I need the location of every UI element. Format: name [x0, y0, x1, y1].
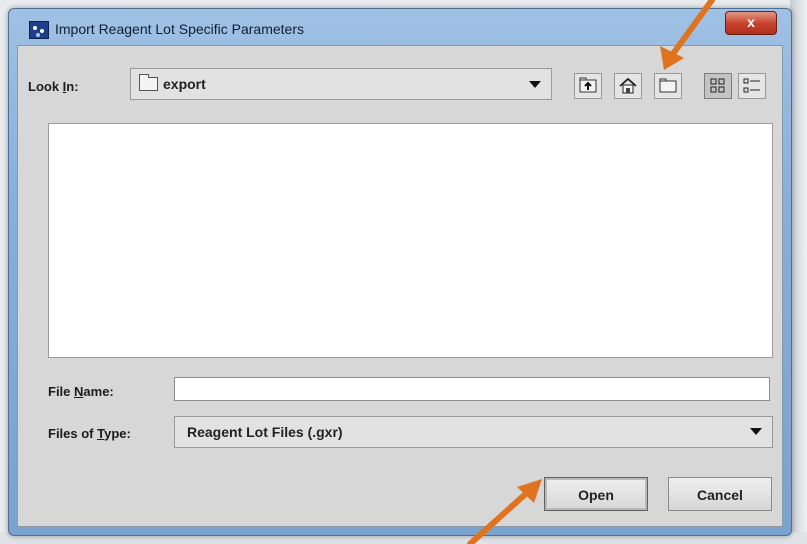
close-button[interactable]: x [725, 11, 777, 35]
new-folder-icon [659, 78, 677, 93]
list-view-button[interactable] [704, 73, 732, 99]
home-icon [619, 77, 637, 94]
details-view-button[interactable] [738, 73, 766, 99]
file-name-field[interactable] [174, 377, 770, 401]
look-in-value: export [163, 76, 206, 92]
folder-icon [139, 74, 158, 91]
look-in-label: Look In: [28, 79, 79, 94]
window-title: Import Reagent Lot Specific Parameters [55, 21, 305, 37]
file-name-label: File Name: [48, 384, 114, 399]
files-of-type-combo[interactable]: Reagent Lot Files (.gxr) [174, 416, 773, 448]
desktop-background [790, 0, 807, 544]
open-button[interactable]: Open [544, 477, 648, 511]
chevron-down-icon [529, 81, 541, 88]
files-of-type-value: Reagent Lot Files (.gxr) [187, 424, 343, 440]
create-new-folder-button[interactable] [654, 73, 682, 99]
title-bar[interactable]: Import Reagent Lot Specific Parameters x [9, 9, 791, 45]
look-in-combo[interactable]: export [130, 68, 552, 100]
cancel-button[interactable]: Cancel [668, 477, 772, 511]
up-folder-icon [579, 77, 597, 93]
file-list[interactable] [48, 123, 773, 358]
home-button[interactable] [614, 73, 642, 99]
list-view-icon [710, 78, 725, 93]
up-one-level-button[interactable] [574, 73, 602, 99]
files-of-type-label: Files of Type: [48, 426, 131, 441]
details-view-icon [743, 78, 760, 93]
app-icon [29, 21, 49, 39]
chevron-down-icon [750, 428, 762, 435]
